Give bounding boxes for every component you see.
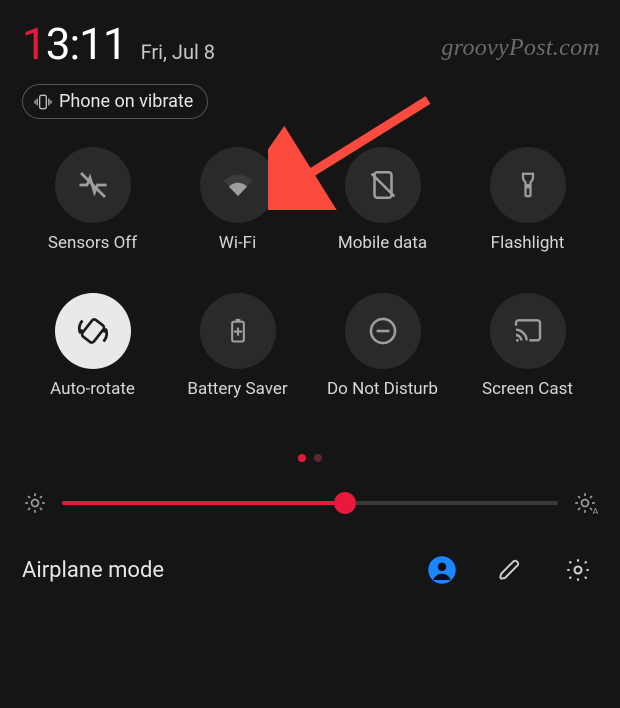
vibrate-icon	[33, 92, 53, 112]
tile-label: Do Not Disturb	[327, 379, 438, 399]
date-label: Fri, Jul 8	[141, 40, 215, 64]
tile-label: Screen Cast	[482, 379, 573, 399]
svg-text:A: A	[593, 507, 598, 516]
tile-button-dnd[interactable]	[345, 293, 421, 369]
tile-button-flashlight[interactable]	[490, 147, 566, 223]
tile-label: Sensors Off	[48, 233, 137, 253]
tile-auto-rotate: Auto-rotate	[22, 293, 163, 399]
settings-button[interactable]	[558, 550, 598, 590]
battery-saver-icon	[224, 314, 252, 348]
tile-label: Battery Saver	[187, 379, 287, 399]
tile-button-sensors-off[interactable]	[55, 147, 131, 223]
tile-button-mobile-data[interactable]	[345, 147, 421, 223]
tile-label: Wi-Fi	[219, 233, 256, 253]
tile-button-screen-cast[interactable]	[490, 293, 566, 369]
brightness-low-icon	[22, 490, 48, 516]
flashlight-icon	[513, 168, 543, 202]
bottom-label[interactable]: Airplane mode	[22, 558, 394, 583]
tile-button-auto-rotate[interactable]	[55, 293, 131, 369]
tile-label: Flashlight	[491, 233, 565, 253]
auto-rotate-icon	[75, 313, 111, 349]
tile-dnd: Do Not Disturb	[312, 293, 453, 399]
watermark-text: groovyPost.com	[441, 35, 600, 62]
pager-dot	[298, 454, 306, 462]
pager-dots[interactable]	[0, 454, 620, 462]
brightness-row: A	[0, 490, 620, 516]
clock-rest: 3:11	[46, 18, 127, 70]
dnd-icon	[366, 314, 400, 348]
brightness-slider[interactable]	[62, 501, 558, 505]
tile-wifi: Wi-Fi	[167, 147, 308, 253]
edit-button[interactable]	[490, 550, 530, 590]
ringer-status-label: Phone on vibrate	[59, 91, 193, 112]
sensors-off-icon	[75, 167, 111, 203]
tile-screen-cast: Screen Cast	[457, 293, 598, 399]
brightness-knob[interactable]	[334, 492, 356, 514]
user-button[interactable]	[422, 550, 462, 590]
tile-sensors-off: Sensors Off	[22, 147, 163, 253]
bottom-bar: Airplane mode	[0, 550, 620, 590]
tile-flashlight: Flashlight	[457, 147, 598, 253]
clock: 13:11	[22, 18, 127, 70]
tile-battery-saver: Battery Saver	[167, 293, 308, 399]
tile-mobile-data: Mobile data	[312, 147, 453, 253]
tile-button-battery-saver[interactable]	[200, 293, 276, 369]
quick-settings-grid: Sensors Off Wi-Fi Mobile data Flashlight Aut…	[0, 119, 620, 409]
wifi-icon	[219, 166, 257, 204]
tile-label: Mobile data	[338, 233, 427, 253]
cast-icon	[510, 315, 546, 347]
clock-hour-first: 1	[22, 18, 46, 70]
brightness-auto-icon: A	[572, 490, 598, 516]
tile-button-wifi[interactable]	[200, 147, 276, 223]
ringer-status-chip[interactable]: Phone on vibrate	[22, 84, 208, 119]
pager-dot	[314, 454, 322, 462]
mobile-data-icon	[366, 168, 400, 202]
tile-label: Auto-rotate	[50, 379, 135, 399]
